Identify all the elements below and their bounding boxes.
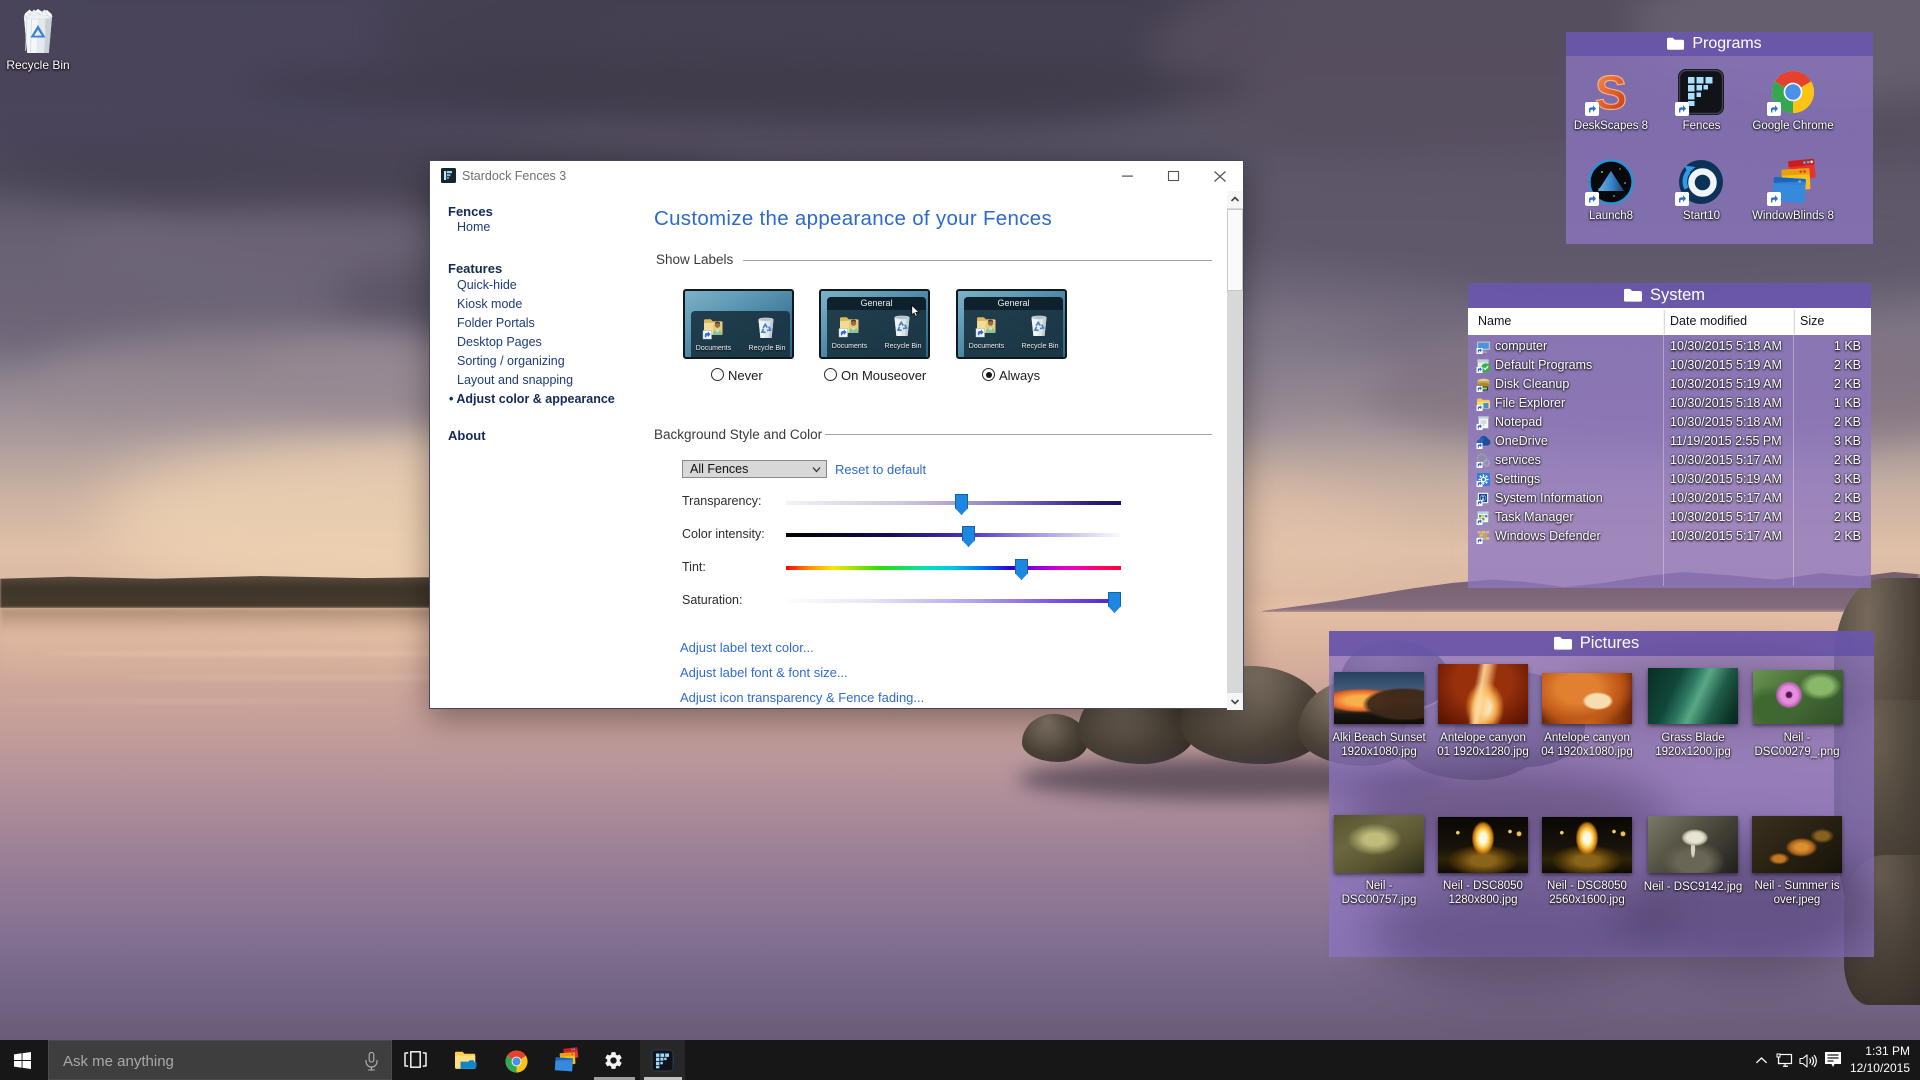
svg-text:S: S (1595, 68, 1627, 116)
